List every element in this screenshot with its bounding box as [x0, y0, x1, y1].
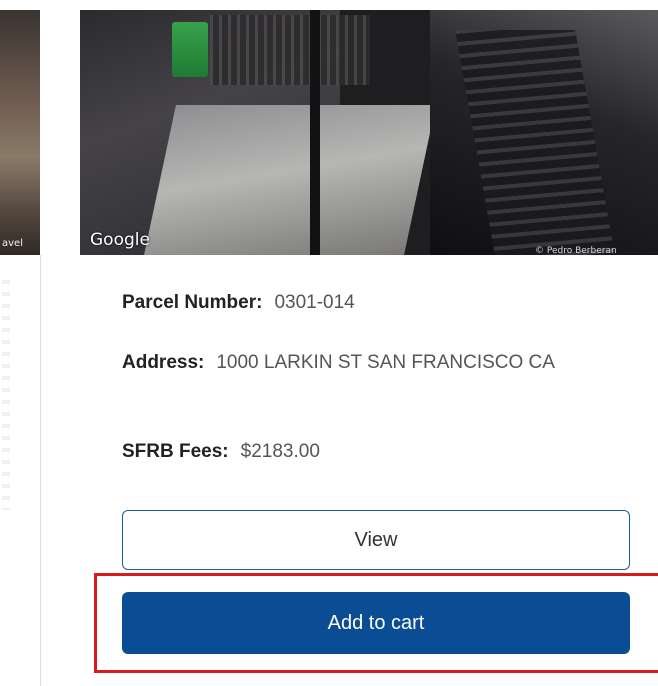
faded-content — [2, 280, 10, 510]
parcel-card: Google © Pedro Berberan Parcel Number: 03… — [80, 0, 658, 686]
street-view-photo-partial — [0, 10, 40, 255]
add-to-cart-button[interactable]: Add to cart — [122, 592, 630, 654]
photo-credit: © Pedro Berberan — [535, 246, 617, 255]
card-divider — [40, 255, 41, 686]
view-button[interactable]: View — [122, 510, 630, 570]
sfrb-fees-row: SFRB Fees: $2183.00 — [122, 441, 320, 463]
parcel-number-label: Parcel Number: — [122, 292, 263, 313]
address-row: Address: 1000 LARKIN ST SAN FRANCISCO CA — [122, 346, 562, 379]
sfrb-fees-label: SFRB Fees: — [122, 441, 229, 462]
sfrb-fees-value: $2183.00 — [240, 441, 320, 462]
photo-label-partial: avel — [2, 238, 23, 249]
street-view-photo[interactable]: Google © Pedro Berberan — [80, 10, 658, 255]
parcel-number-value: 0301-014 — [274, 292, 355, 313]
address-value: 1000 LARKIN ST SAN FRANCISCO CA — [216, 352, 555, 373]
parcel-number-row: Parcel Number: 0301-014 — [122, 292, 355, 314]
google-logo: Google — [90, 230, 150, 250]
previous-card-partial: avel — [0, 0, 42, 686]
address-label: Address: — [122, 352, 205, 373]
